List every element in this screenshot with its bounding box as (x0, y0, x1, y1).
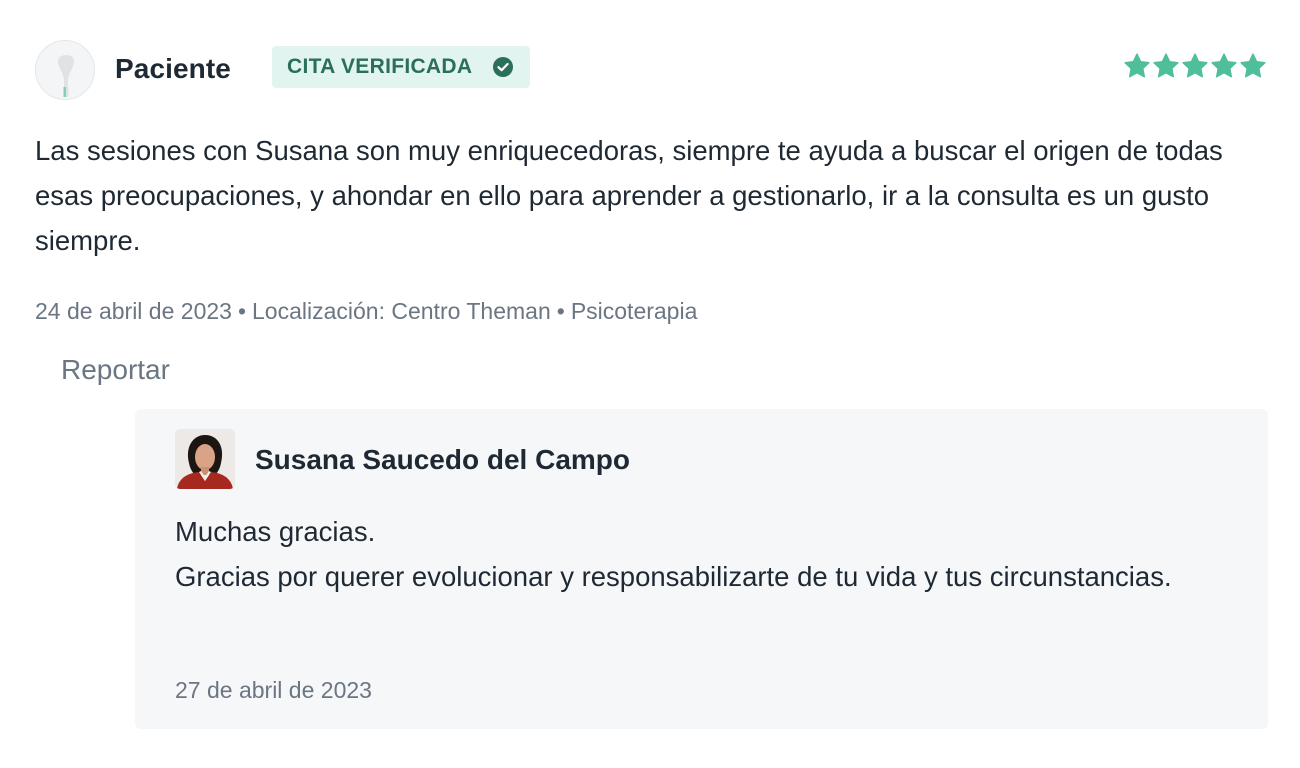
reply-author: Susana Saucedo del Campo (255, 444, 630, 475)
doctor-avatar (175, 429, 235, 489)
opinion-card: Paciente CITA VERIFICADA Las sesiones co… (0, 0, 1300, 768)
review-location: Localización: Centro Theman (252, 298, 551, 324)
star-icon (1124, 53, 1150, 78)
star-icon (1182, 53, 1208, 78)
reply-line: Muchas gracias. (175, 516, 376, 547)
star-icon (1153, 53, 1179, 78)
review-author: Paciente (115, 53, 231, 84)
patient-avatar-icon (35, 40, 95, 100)
star-icon (1240, 53, 1266, 78)
reply-text: Muchas gracias. Gracias por querer evolu… (175, 509, 1175, 599)
reply-line: Gracias por querer evolucionar y respons… (175, 561, 1172, 592)
review-date: 24 de abril de 2023 (35, 298, 232, 324)
review-text: Las sesiones con Susana son muy enriquec… (35, 135, 1223, 256)
doctor-reply: Susana Saucedo del Campo Muchas gracias.… (135, 409, 1268, 729)
star-icon (1211, 53, 1237, 78)
review-header: Paciente CITA VERIFICADA (35, 40, 1267, 100)
report-link[interactable]: Reportar (61, 350, 170, 390)
meta-separator: • (237, 298, 246, 324)
reply-date: 27 de abril de 2023 (175, 677, 372, 703)
check-circle-icon (493, 57, 514, 77)
rating-stars (1123, 52, 1267, 80)
review-service: Psicoterapia (570, 298, 698, 324)
verified-badge: CITA VERIFICADA (272, 46, 531, 88)
verified-badge-label: CITA VERIFICADA (287, 55, 473, 78)
review-meta: 24 de abril de 2023 • Localización: Centro… (35, 294, 697, 328)
meta-separator: • (556, 298, 565, 324)
